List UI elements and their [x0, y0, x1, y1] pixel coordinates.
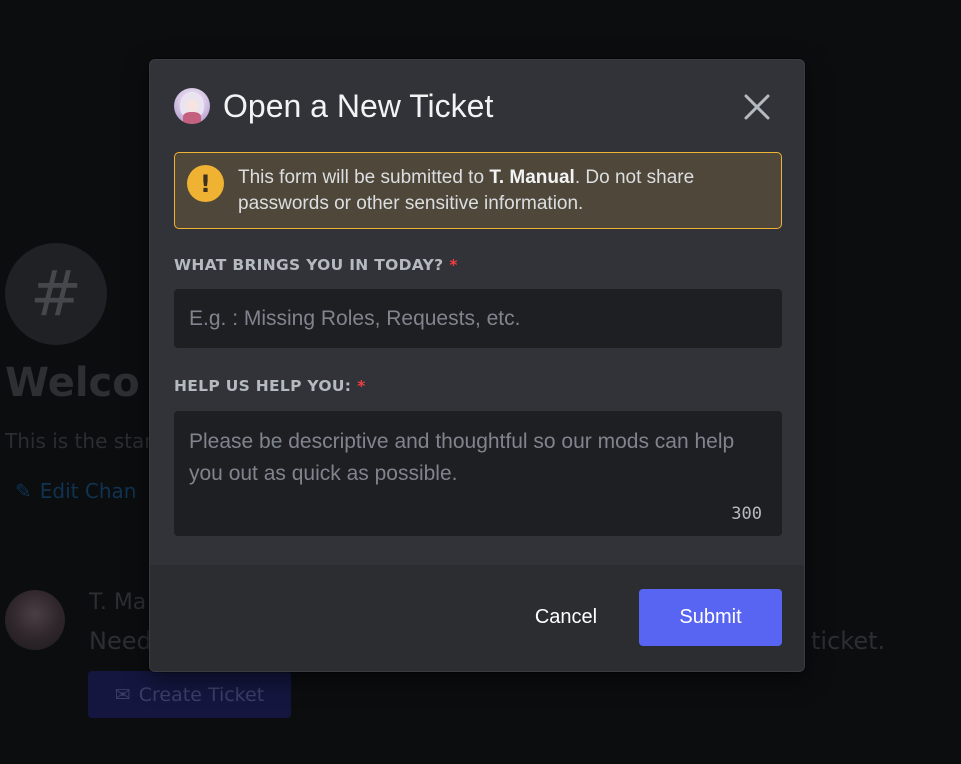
reason-input[interactable]	[174, 289, 782, 348]
create-ticket-label: Create Ticket	[138, 683, 265, 706]
warning-notice: ! This form will be submitted to T. Manu…	[174, 152, 782, 229]
channel-welcome-heading: Welco	[5, 360, 140, 406]
close-icon	[744, 94, 770, 120]
modal-title: Open a New Ticket	[223, 87, 494, 124]
required-marker: *	[449, 256, 458, 274]
close-button[interactable]	[742, 92, 772, 122]
warning-recipient: T. Manual	[489, 167, 575, 188]
details-textarea[interactable]	[174, 411, 782, 511]
details-label-text: HELP US HELP YOU:	[174, 377, 352, 395]
channel-hash-icon: #	[5, 243, 107, 345]
modal-footer: Cancel Submit	[150, 565, 804, 671]
submit-button[interactable]: Submit	[639, 589, 782, 646]
edit-channel-link: ✎ Edit Chan	[15, 479, 136, 503]
envelope-icon: ✉	[114, 683, 131, 706]
required-marker: *	[357, 377, 366, 395]
author-avatar	[5, 590, 65, 650]
message-author: T. Ma	[89, 590, 147, 615]
message-text-end: ticket.	[811, 627, 886, 655]
character-counter: 300	[731, 504, 762, 524]
pencil-icon: ✎	[15, 479, 32, 503]
exclamation-icon: !	[187, 165, 224, 202]
warning-text-before: This form will be submitted to	[238, 167, 490, 188]
warning-text: This form will be submitted to T. Manual…	[238, 165, 768, 217]
channel-start-text: This is the star	[5, 429, 153, 453]
create-ticket-button: ✉ Create Ticket	[88, 671, 291, 718]
details-label: HELP US HELP YOU: *	[174, 377, 366, 395]
bot-avatar	[174, 88, 210, 124]
details-field: 300	[174, 411, 782, 536]
reason-label: WHAT BRINGS YOU IN TODAY? *	[174, 256, 458, 274]
cancel-button[interactable]: Cancel	[516, 589, 616, 646]
new-ticket-modal: Open a New Ticket ! This form will be su…	[149, 59, 805, 672]
reason-label-text: WHAT BRINGS YOU IN TODAY?	[174, 256, 444, 274]
edit-channel-label: Edit Chan	[39, 479, 137, 503]
modal-header: Open a New Ticket	[174, 88, 493, 124]
message-text-start: Need	[89, 627, 152, 655]
